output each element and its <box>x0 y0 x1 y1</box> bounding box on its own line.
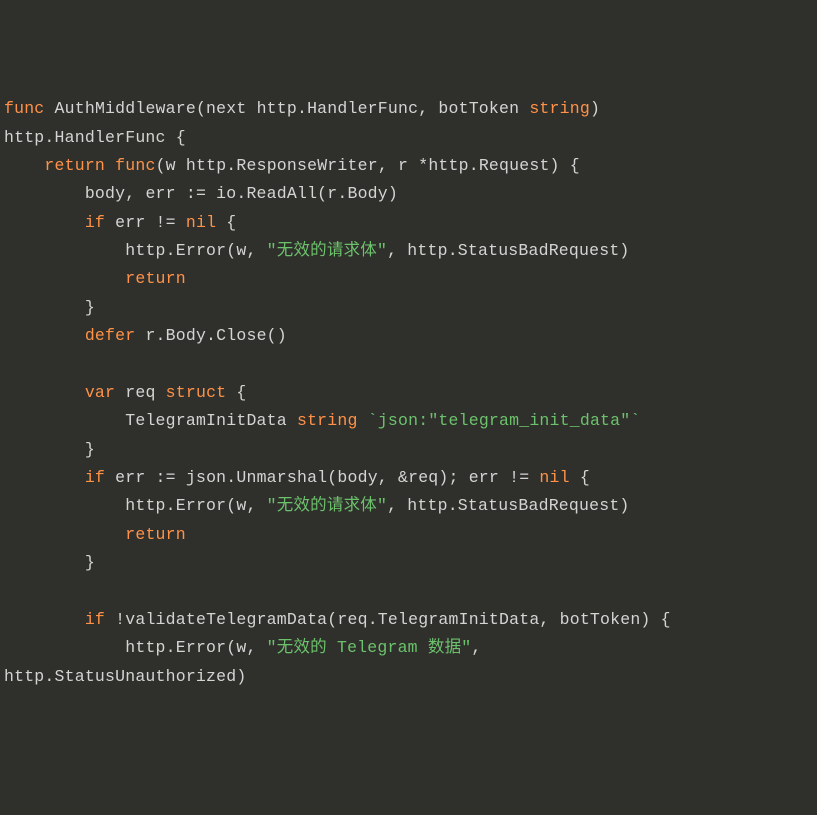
code-line: http.StatusUnauthorized) <box>4 667 246 686</box>
code-text: AuthMiddleware(next http.HandlerFunc, bo… <box>55 99 530 118</box>
indent <box>4 440 85 459</box>
code-text: { <box>226 383 246 402</box>
code-line: http.Error(w, "无效的 Telegram 数据", <box>4 638 482 657</box>
indent <box>4 184 85 203</box>
code-text: , <box>471 638 481 657</box>
keyword-return: return <box>125 269 186 288</box>
code-line: } <box>4 553 95 572</box>
code-text: } <box>85 553 95 572</box>
keyword-func: func <box>115 156 155 175</box>
code-line: if err != nil { <box>4 213 236 232</box>
code-line: http.HandlerFunc { <box>4 128 186 147</box>
indent <box>4 638 125 657</box>
indent <box>4 468 85 487</box>
code-line: body, err := io.ReadAll(r.Body) <box>4 184 398 203</box>
keyword-nil: nil <box>186 213 216 232</box>
code-line: defer r.Body.Close() <box>4 326 287 345</box>
code-text: http.Error(w, <box>125 638 266 657</box>
indent <box>4 298 85 317</box>
code-text: err := json.Unmarshal(body, &req); err !… <box>105 468 539 487</box>
code-text <box>358 411 368 430</box>
keyword-string: string <box>297 411 358 430</box>
indent <box>4 411 125 430</box>
code-text: } <box>85 298 95 317</box>
code-line: func AuthMiddleware(next http.HandlerFun… <box>4 99 600 118</box>
keyword-func: func <box>4 99 44 118</box>
code-text: err != <box>105 213 186 232</box>
code-text: { <box>570 468 590 487</box>
keyword-return: return <box>125 525 186 544</box>
code-text: r.Body.Close() <box>135 326 287 345</box>
code-text: req <box>115 383 166 402</box>
code-text: http.Error(w, <box>125 241 266 260</box>
string-literal: "无效的 Telegram 数据" <box>267 638 472 657</box>
code-line: return func(w http.ResponseWriter, r *ht… <box>4 156 580 175</box>
code-line: return <box>4 269 186 288</box>
indent <box>4 213 85 232</box>
keyword-var: var <box>85 383 115 402</box>
code-text: { <box>216 213 236 232</box>
code-text: body, err := io.ReadAll(r.Body) <box>85 184 398 203</box>
keyword-string: string <box>529 99 590 118</box>
code-text: , http.StatusBadRequest) <box>387 496 629 515</box>
code-line: if !validateTelegramData(req.TelegramIni… <box>4 610 671 629</box>
keyword-if: if <box>85 610 105 629</box>
code-text: , http.StatusBadRequest) <box>387 241 629 260</box>
string-literal: "无效的请求体" <box>267 496 387 515</box>
code-text: http.StatusUnauthorized) <box>4 667 246 686</box>
indent <box>4 156 44 175</box>
keyword-if: if <box>85 213 105 232</box>
indent <box>4 241 125 260</box>
code-line: TelegramInitData string `json:"telegram_… <box>4 411 640 430</box>
code-text: http.Error(w, <box>125 496 266 515</box>
keyword-nil: nil <box>539 468 569 487</box>
keyword-defer: defer <box>85 326 136 345</box>
code-line: http.Error(w, "无效的请求体", http.StatusBadRe… <box>4 241 630 260</box>
string-literal: `json:"telegram_init_data"` <box>368 411 641 430</box>
code-line: } <box>4 440 95 459</box>
code-text: } <box>85 440 95 459</box>
indent <box>4 496 125 515</box>
code-text: (w http.ResponseWriter, r *http.Request)… <box>156 156 580 175</box>
keyword-if: if <box>85 468 105 487</box>
keyword-return: return <box>44 156 105 175</box>
indent <box>4 525 125 544</box>
code-text: !validateTelegramData(req.TelegramInitDa… <box>105 610 671 629</box>
code-text <box>105 156 115 175</box>
code-text <box>44 99 54 118</box>
indent <box>4 383 85 402</box>
code-text: http.HandlerFunc { <box>4 128 186 147</box>
code-line: var req struct { <box>4 383 247 402</box>
string-literal: "无效的请求体" <box>267 241 387 260</box>
code-line: if err := json.Unmarshal(body, &req); er… <box>4 468 590 487</box>
indent <box>4 326 85 345</box>
code-text: TelegramInitData <box>125 411 297 430</box>
indent <box>4 553 85 572</box>
code-line: } <box>4 298 95 317</box>
code-line: http.Error(w, "无效的请求体", http.StatusBadRe… <box>4 496 630 515</box>
code-line: return <box>4 525 186 544</box>
indent <box>4 610 85 629</box>
keyword-struct: struct <box>166 383 227 402</box>
code-block: func AuthMiddleware(next http.HandlerFun… <box>4 95 813 691</box>
code-text: ) <box>590 99 600 118</box>
indent <box>4 269 125 288</box>
